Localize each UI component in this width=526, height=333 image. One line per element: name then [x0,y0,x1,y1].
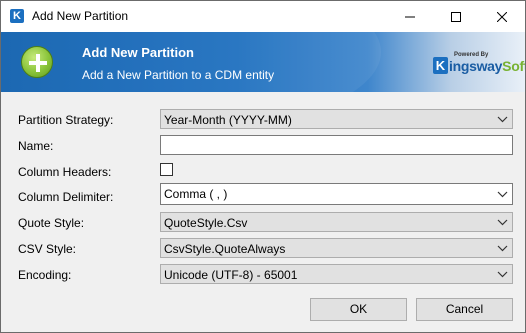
quote-style-dropdown[interactable]: QuoteStyle.Csv [160,212,513,232]
column-delimiter-combobox[interactable]: Comma ( , ) [160,183,513,205]
banner-subtitle: Add a New Partition to a CDM entity [82,68,275,82]
partition-strategy-dropdown[interactable]: Year-Month (YYYY-MM) [160,109,513,129]
partition-strategy-label: Partition Strategy: [18,113,114,127]
column-delimiter-value: Comma ( , ) [164,187,228,201]
logo-soft: Soft [502,58,525,74]
csv-style-value: CsvStyle.QuoteAlways [164,242,286,256]
kingswaysoft-logo: Powered By K ingswaySoft [433,52,525,76]
chevron-down-icon [497,116,508,123]
name-input[interactable] [160,135,513,155]
cancel-button[interactable]: Cancel [416,298,513,321]
header-banner: Add New Partition Add a New Partition to… [1,32,525,92]
encoding-value: Unicode (UTF-8) - 65001 [164,268,298,282]
plus-circle-icon [21,46,53,78]
encoding-dropdown[interactable]: Unicode (UTF-8) - 65001 [160,264,513,284]
chevron-down-icon [497,219,508,226]
maximize-button[interactable] [433,1,479,32]
maximize-icon [451,11,461,22]
logo-k-icon: K [433,57,448,74]
banner-decoration [1,32,381,92]
quote-style-label: Quote Style: [18,216,85,230]
minimize-button[interactable] [387,1,433,32]
chevron-down-icon [497,191,508,198]
close-icon [497,11,507,22]
chevron-down-icon [497,245,508,252]
add-new-partition-dialog: K Add New Partition Add New Partition Ad… [0,0,526,333]
name-label: Name: [18,139,54,153]
ok-button[interactable]: OK [310,298,407,321]
banner-title: Add New Partition [82,45,194,60]
title-bar: K Add New Partition [1,1,525,32]
partition-strategy-value: Year-Month (YYYY-MM) [164,113,292,127]
quote-style-value: QuoteStyle.Csv [164,216,248,230]
window-title: Add New Partition [32,9,129,23]
minimize-icon [405,16,415,17]
logo-wordmark: ingswaySoft [449,58,525,74]
chevron-down-icon [497,271,508,278]
column-headers-label: Column Headers: [18,165,112,179]
logo-ingsway: ingsway [449,58,503,74]
column-headers-checkbox[interactable] [160,163,173,176]
encoding-label: Encoding: [18,268,72,282]
csv-style-label: CSV Style: [18,242,77,256]
csv-style-dropdown[interactable]: CsvStyle.QuoteAlways [160,238,513,258]
column-delimiter-label: Column Delimiter: [18,190,114,204]
kingsway-k-icon: K [10,9,24,23]
close-button[interactable] [479,1,525,32]
